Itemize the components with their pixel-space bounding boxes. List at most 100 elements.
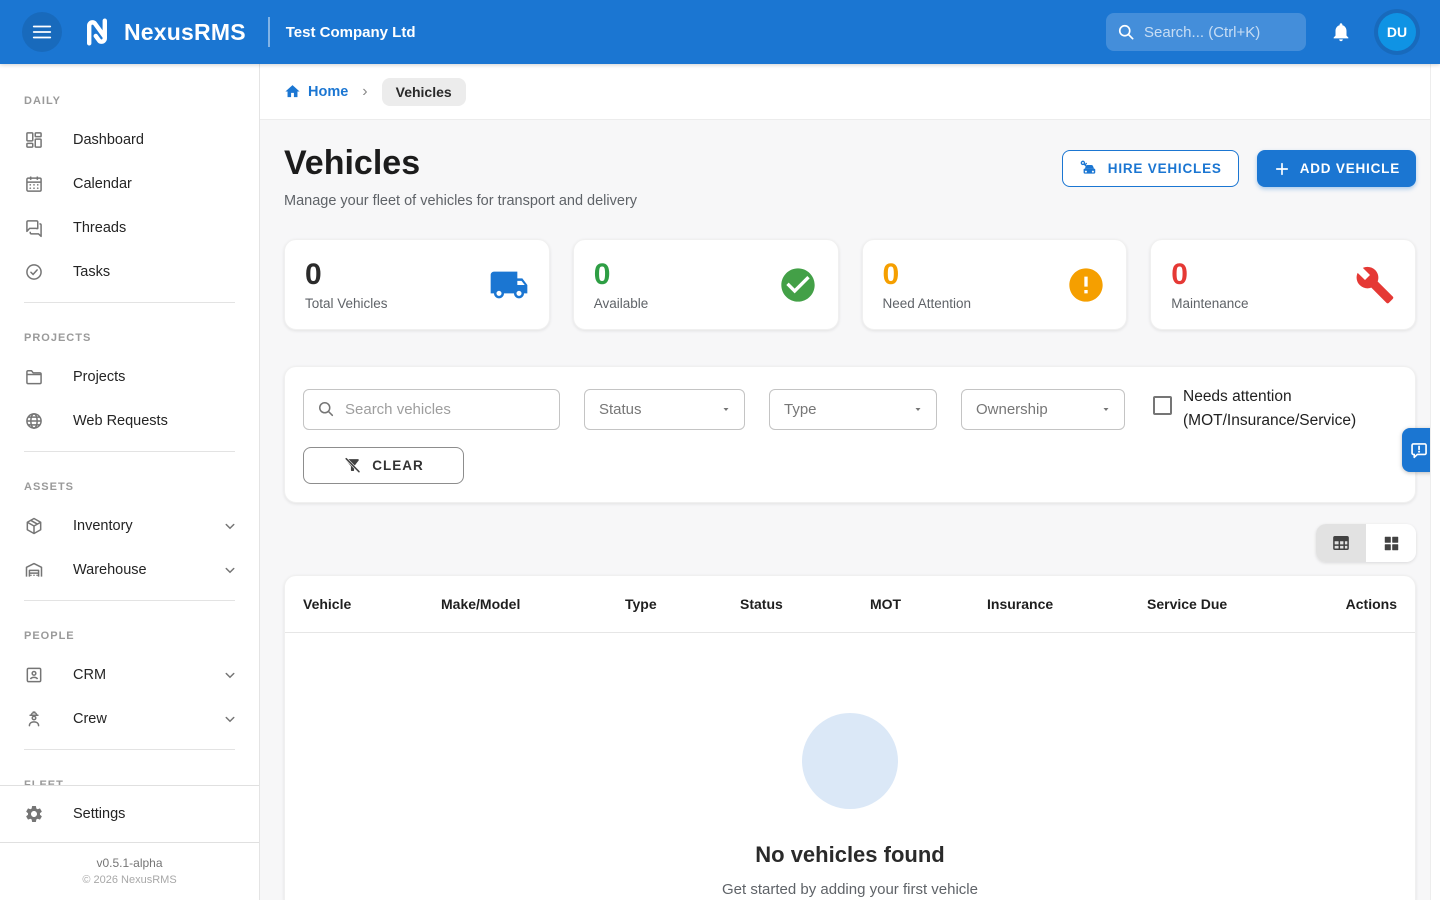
needs-attention-label-line1: Needs attention	[1183, 388, 1292, 405]
breadcrumb-separator: ›	[362, 83, 367, 101]
app-version: v0.5.1-alpha	[0, 856, 259, 870]
wrench-icon	[1355, 265, 1395, 305]
column-header-status: Status	[722, 576, 852, 633]
sidebar-item-crm[interactable]: CRM	[0, 653, 259, 697]
vehicle-search-input[interactable]	[345, 401, 540, 418]
column-header-mot: MOT	[852, 576, 969, 633]
sidebar-item-label: CRM	[73, 667, 221, 683]
sidebar-item-web-requests[interactable]: Web Requests	[0, 399, 259, 443]
clear-filters-button[interactable]: CLEAR	[303, 447, 464, 484]
sidebar-item-label: Crew	[73, 711, 221, 727]
search-icon	[1116, 22, 1136, 42]
copyright: © 2026 NexusRMS	[0, 874, 259, 886]
sidebar-divider	[24, 451, 235, 452]
column-header-service-due: Service Due	[1129, 576, 1302, 633]
stat-label: Need Attention	[883, 296, 1067, 311]
sidebar-item-projects[interactable]: Projects	[0, 355, 259, 399]
grid-view-button[interactable]	[1366, 524, 1416, 562]
status-select-label: Status	[599, 401, 642, 418]
user-menu-button[interactable]: DU	[1374, 9, 1420, 55]
sidebar-item-label: Projects	[73, 369, 239, 385]
add-vehicle-button[interactable]: ADD VEHICLE	[1257, 150, 1416, 187]
sidebar-item-warehouse[interactable]: Warehouse	[0, 548, 259, 592]
menu-button[interactable]	[22, 12, 62, 52]
chevron-down-icon	[221, 517, 239, 535]
gear-icon	[24, 804, 44, 824]
header-divider	[268, 17, 270, 47]
settings-panel: Settings	[0, 785, 259, 842]
empty-state-title: No vehicles found	[285, 842, 1415, 868]
vehicles-table-card: Vehicle Make/Model Type Status MOT Insur…	[284, 575, 1416, 900]
sidebar-divider	[24, 302, 235, 303]
needs-attention-label-line2: (MOT/Insurance/Service)	[1183, 412, 1356, 429]
warehouse-icon	[24, 560, 44, 580]
ownership-select[interactable]: Ownership	[961, 389, 1125, 430]
sidebar-item-label: Dashboard	[73, 132, 239, 148]
main-content: Home › Vehicles Vehicles Manage your fle…	[260, 64, 1440, 900]
threads-icon	[24, 218, 44, 238]
crew-icon	[24, 709, 44, 729]
add-vehicle-label: ADD VEHICLE	[1300, 161, 1400, 176]
section-label-projects: PROJECTS	[0, 311, 259, 355]
sidebar-footer: v0.5.1-alpha © 2026 NexusRMS	[0, 842, 259, 900]
sidebar-divider	[24, 600, 235, 601]
needs-attention-checkbox[interactable]	[1153, 396, 1172, 415]
vehicle-search-field	[303, 389, 560, 430]
crm-icon	[24, 665, 44, 685]
chevron-down-icon	[221, 561, 239, 579]
stat-label: Total Vehicles	[305, 296, 489, 311]
status-select[interactable]: Status	[584, 389, 745, 430]
sidebar-item-settings[interactable]: Settings	[0, 792, 259, 836]
hire-vehicles-label: HIRE VEHICLES	[1108, 161, 1222, 176]
sidebar-item-dashboard[interactable]: Dashboard	[0, 118, 259, 162]
global-search-input[interactable]	[1144, 24, 1304, 41]
feedback-icon	[1409, 440, 1430, 461]
filter-panel: Status Type Ownership	[284, 366, 1416, 503]
sidebar-item-label: Calendar	[73, 176, 239, 192]
notifications-button[interactable]	[1322, 13, 1360, 51]
sidebar-item-inventory[interactable]: Inventory	[0, 504, 259, 548]
section-label-fleet: FLEET	[0, 758, 259, 785]
filter-off-icon	[343, 456, 362, 475]
column-header-vehicle: Vehicle	[285, 576, 423, 633]
stat-label: Maintenance	[1171, 296, 1355, 311]
sidebar: DAILY Dashboard Calendar Threads Tasks	[0, 64, 260, 900]
nexus-logo	[80, 15, 114, 49]
web-requests-icon	[24, 411, 44, 431]
chevron-down-icon	[221, 666, 239, 684]
menu-icon	[31, 21, 53, 43]
company-name: Test Company Ltd	[286, 24, 416, 41]
app-header: NexusRMS Test Company Ltd DU	[0, 0, 1440, 64]
sidebar-item-label: Settings	[73, 806, 239, 822]
hire-vehicles-button[interactable]: HIRE VEHICLES	[1062, 150, 1239, 187]
table-view-button[interactable]	[1316, 524, 1366, 562]
sidebar-item-threads[interactable]: Threads	[0, 206, 259, 250]
search-icon	[316, 399, 336, 419]
stat-card-maintenance: 0 Maintenance	[1150, 239, 1416, 330]
breadcrumb-home-link[interactable]: Home	[284, 83, 348, 100]
sidebar-item-crew[interactable]: Crew	[0, 697, 259, 741]
dashboard-icon	[24, 130, 44, 150]
sidebar-item-label: Threads	[73, 220, 239, 236]
scrollbar-gutter[interactable]	[1430, 64, 1440, 900]
car-key-icon	[1079, 159, 1099, 179]
breadcrumb-current: Vehicles	[382, 78, 466, 106]
global-search[interactable]	[1106, 13, 1306, 51]
needs-attention-checkbox-row[interactable]: Needs attention (MOT/Insurance/Service)	[1153, 385, 1356, 433]
avatar: DU	[1378, 13, 1416, 51]
column-header-make-model: Make/Model	[423, 576, 607, 633]
sidebar-item-label: Tasks	[73, 264, 239, 280]
stat-value: 0	[305, 258, 489, 291]
ownership-select-label: Ownership	[976, 401, 1048, 418]
empty-state: No vehicles found Get started by adding …	[285, 633, 1415, 898]
empty-state-subtitle: Get started by adding your first vehicle	[285, 881, 1415, 898]
clear-filters-label: CLEAR	[372, 458, 424, 473]
type-select[interactable]: Type	[769, 389, 937, 430]
page-subtitle: Manage your fleet of vehicles for transp…	[284, 193, 637, 209]
breadcrumb: Home › Vehicles	[260, 64, 1440, 120]
sidebar-item-calendar[interactable]: Calendar	[0, 162, 259, 206]
view-toggle	[284, 524, 1416, 562]
sidebar-item-tasks[interactable]: Tasks	[0, 250, 259, 294]
table-view-icon	[1331, 533, 1351, 553]
caret-down-icon	[912, 403, 924, 415]
